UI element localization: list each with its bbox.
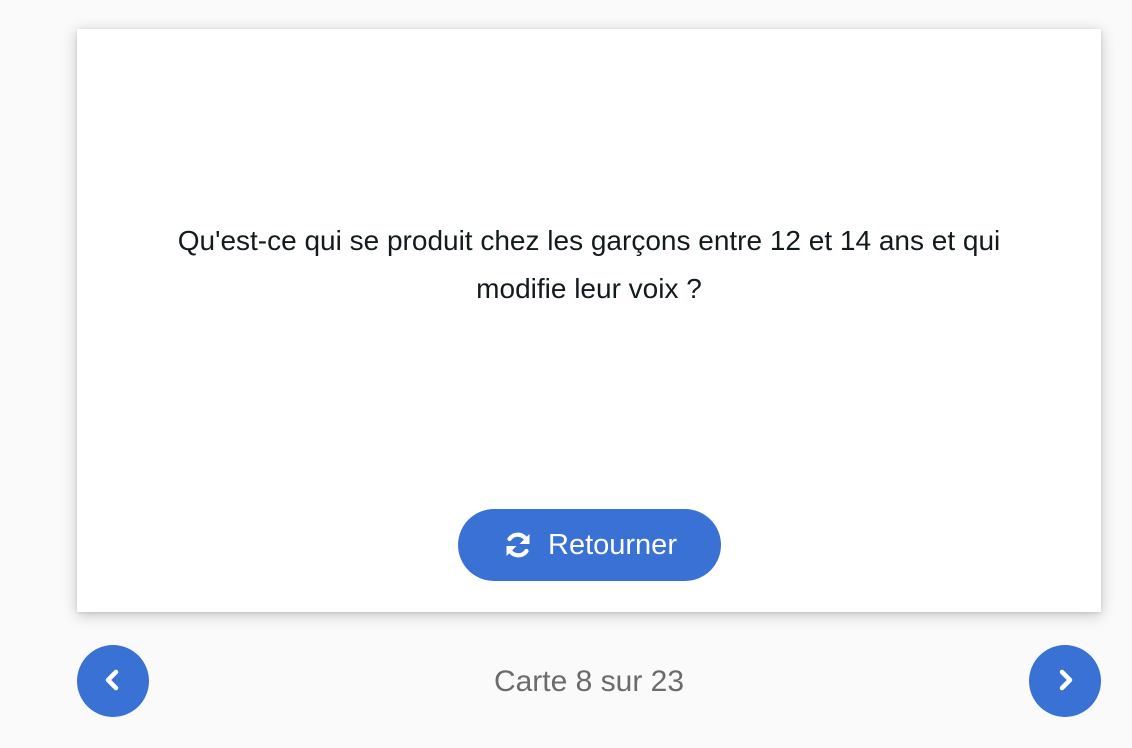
chevron-right-icon: [1050, 665, 1080, 698]
card-question: Qu'est-ce qui se produit chez les garçon…: [177, 225, 1001, 304]
previous-card-button[interactable]: [77, 645, 149, 717]
refresh-icon: [502, 529, 534, 561]
chevron-left-icon: [98, 665, 128, 698]
next-card-button[interactable]: [1029, 645, 1101, 717]
card-counter: Carte 8 sur 23: [493, 665, 685, 698]
flashcard: Qu'est-ce qui se produit chez les garçon…: [77, 29, 1101, 612]
flip-button-label: Retourner: [548, 528, 677, 561]
flip-card-button[interactable]: Retourner: [458, 509, 721, 581]
